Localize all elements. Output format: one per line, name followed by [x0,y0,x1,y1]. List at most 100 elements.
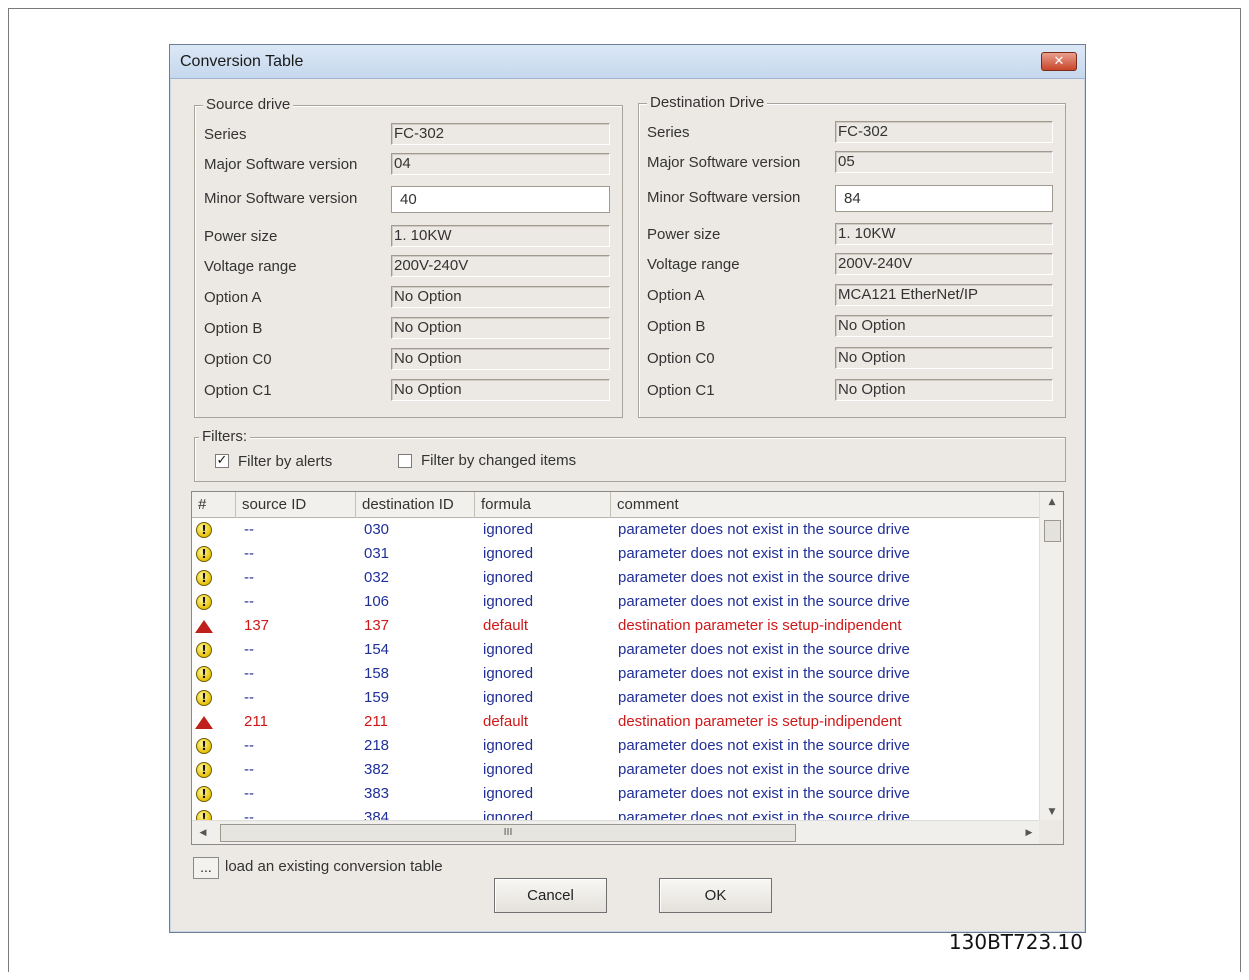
destination-id-cell: 218 [364,737,390,754]
source-label-1: Series [204,126,247,143]
warning-icon: ! [196,786,212,802]
source-value-8: No Option [391,348,610,370]
source-label-3: Minor Software version [204,190,358,207]
column-header-source-id[interactable]: source ID [236,492,356,518]
destination-value-6: MCA121 EtherNet/IP [835,284,1053,306]
load-table-button[interactable]: ... [193,857,219,879]
conversion-grid[interactable]: # source ID destination ID formula comme… [191,491,1064,845]
destination-value-2: 05 [835,151,1053,173]
source-id-cell: 211 [244,713,268,730]
table-row[interactable]: ! -- 383 ignored parameter does not exist in… [192,782,1040,806]
source-label-7: Option B [204,320,263,337]
source-value-1: FC-302 [391,123,610,145]
comment-cell: destination parameter is setup-indipende… [618,713,902,730]
table-row[interactable]: 211 211 default destination parameter is se… [192,710,1040,734]
load-table-label: load an existing conversion table [225,858,443,875]
column-header-number[interactable]: # [192,492,236,518]
close-button[interactable]: ✕ [1041,52,1077,71]
comment-cell: parameter does not exist in the source d… [618,689,910,706]
destination-label-1: Series [647,124,690,141]
alert-triangle-icon [195,716,213,729]
formula-cell: default [483,617,529,634]
source-id-cell: 137 [244,617,270,634]
table-row[interactable]: ! -- 218 ignored parameter does not exist in… [192,734,1040,758]
destination-label-8: Option C0 [647,350,715,367]
source-value-6: No Option [391,286,610,308]
source-label-2: Major Software version [204,156,358,173]
formula-cell: ignored [483,761,534,778]
column-header-destination-id[interactable]: destination ID [356,492,475,518]
source-id-cell: -- [244,545,254,562]
scroll-up-icon[interactable]: ▲ [1040,492,1063,512]
comment-cell: parameter does not exist in the source d… [618,569,910,586]
formula-cell: ignored [483,785,534,802]
scroll-grip-icon: III [503,827,513,838]
ok-button[interactable]: OK [659,878,772,913]
destination-label-3: Minor Software version [647,189,801,206]
destination-id-cell: 106 [364,593,390,610]
destination-id-cell: 211 [364,713,388,730]
comment-cell: destination parameter is setup-indipende… [618,617,902,634]
warning-icon: ! [196,522,212,538]
table-row[interactable]: ! -- 154 ignored parameter does not exist in… [192,638,1040,662]
table-row[interactable]: ! -- 031 ignored parameter does not exist in… [192,542,1040,566]
warning-icon: ! [196,546,212,562]
table-row[interactable]: ! -- 106 ignored parameter does not exist in… [192,590,1040,614]
destination-id-cell: 382 [364,761,390,778]
vertical-scroll-thumb[interactable] [1044,520,1061,542]
table-row[interactable]: 137 137 default destination parameter is se… [192,614,1040,638]
source-id-cell: -- [244,737,254,754]
warning-icon: ! [196,594,212,610]
scroll-left-icon[interactable]: ◀ [192,821,214,844]
vertical-scrollbar[interactable]: ▲ ▼ [1039,492,1063,822]
formula-cell: ignored [483,545,534,562]
destination-value-1: FC-302 [835,121,1053,143]
alert-triangle-icon [195,620,213,633]
destination-value-3[interactable]: 84 [835,185,1053,212]
conversion-table-dialog: Conversion Table ✕ Source drive Series FC… [169,44,1086,933]
window-title: Conversion Table [180,53,304,70]
source-id-cell: -- [244,665,254,682]
destination-id-cell: 137 [364,617,390,634]
destination-label-5: Voltage range [647,256,740,273]
horizontal-scrollbar[interactable]: ◀ III ▶ [192,820,1040,844]
cancel-button[interactable]: Cancel [494,878,607,913]
scrollbar-corner [1039,820,1063,844]
comment-cell: parameter does not exist in the source d… [618,665,910,682]
horizontal-scroll-thumb[interactable]: III [220,824,796,842]
source-label-8: Option C0 [204,351,272,368]
warning-icon: ! [196,666,212,682]
formula-cell: ignored [483,593,534,610]
column-header-comment[interactable]: comment [611,492,1041,518]
destination-value-4: 1. 10KW [835,223,1053,245]
table-row[interactable]: ! -- 158 ignored parameter does not exist in… [192,662,1040,686]
comment-cell: parameter does not exist in the source d… [618,785,910,802]
scroll-down-icon[interactable]: ▼ [1040,802,1063,822]
source-label-9: Option C1 [204,382,272,399]
destination-id-cell: 030 [364,521,390,538]
warning-icon: ! [196,762,212,778]
column-header-formula[interactable]: formula [475,492,611,518]
table-row[interactable]: ! -- 032 ignored parameter does not exist in… [192,566,1040,590]
comment-cell: parameter does not exist in the source d… [618,737,910,754]
source-id-cell: -- [244,521,254,538]
source-id-cell: -- [244,593,254,610]
source-value-9: No Option [391,379,610,401]
close-icon: ✕ [1053,54,1065,69]
source-label-5: Voltage range [204,258,297,275]
table-row[interactable]: ! -- 382 ignored parameter does not exist in… [192,758,1040,782]
table-row[interactable]: ! -- 159 ignored parameter does not exist in… [192,686,1040,710]
destination-id-cell: 383 [364,785,390,802]
scroll-right-icon[interactable]: ▶ [1018,821,1040,844]
formula-cell: ignored [483,689,534,706]
source-value-2: 04 [391,153,610,175]
source-value-3[interactable]: 40 [391,186,610,213]
filter-alerts-checkbox[interactable]: ✓ [215,454,229,468]
filter-changed-checkbox[interactable] [398,454,412,468]
table-row[interactable]: ! -- 030 ignored parameter does not exist in… [192,518,1040,542]
comment-cell: parameter does not exist in the source d… [618,761,910,778]
source-value-4: 1. 10KW [391,225,610,247]
destination-value-7: No Option [835,315,1053,337]
comment-cell: parameter does not exist in the source d… [618,545,910,562]
title-bar[interactable]: Conversion Table ✕ [170,45,1085,79]
